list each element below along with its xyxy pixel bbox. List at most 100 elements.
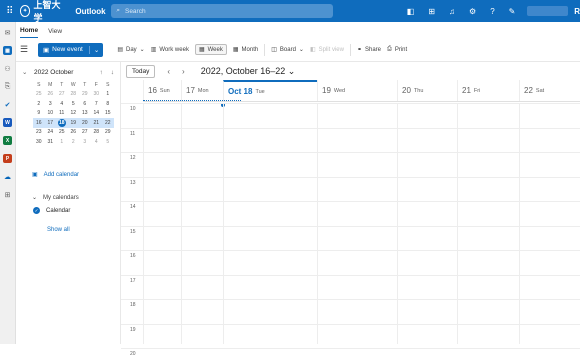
mini-calendar-day[interactable]: 6 [79, 99, 91, 109]
help-icon[interactable]: ? [490, 7, 494, 16]
mini-calendar-day[interactable]: 16 [33, 118, 45, 128]
mini-calendar-day[interactable]: 3 [45, 99, 57, 109]
add-calendar-link[interactable]: ▣ Add calendar [32, 171, 79, 179]
mini-calendar-day[interactable]: 25 [56, 128, 68, 138]
share-button[interactable]: ⚭ Share [356, 46, 381, 54]
new-event-button[interactable]: ▣ New event ⌄ [38, 42, 104, 57]
checkmark-icon[interactable]: ✓ [33, 207, 40, 214]
mini-calendar-day[interactable]: 17 [44, 118, 56, 128]
word-icon[interactable]: W [3, 118, 12, 127]
mini-calendar-day[interactable]: 22 [102, 118, 114, 128]
feedback-icon[interactable]: ✎ [509, 7, 516, 16]
avatar[interactable]: R [574, 7, 580, 16]
tab-view[interactable]: View [48, 28, 62, 38]
new-event-main[interactable]: ▣ New event [38, 45, 90, 54]
day-header-fri[interactable]: 21 Fri [457, 80, 519, 101]
my-calendars-group[interactable]: ⌄ My calendars [32, 194, 79, 202]
search-box[interactable]: ⌕ Search [111, 4, 333, 18]
mini-calendar-day[interactable]: 5 [102, 137, 114, 147]
mini-calendar-day[interactable]: 27 [56, 90, 68, 100]
date-range-picker[interactable]: 2022, October 16–22 ⌄ [201, 66, 296, 77]
app-launcher-icon[interactable]: ⠿ [0, 6, 20, 17]
mini-calendar-day[interactable]: 11 [56, 109, 68, 119]
mini-calendar-day[interactable]: 4 [91, 137, 103, 147]
day-header-tue[interactable]: Oct 18 Tue [223, 80, 317, 101]
excel-icon[interactable]: X [3, 136, 12, 145]
profile-name[interactable] [527, 6, 569, 16]
menu-icon[interactable]: ☰ [20, 44, 38, 55]
day-header-thu[interactable]: 20 Thu [397, 80, 457, 101]
mini-calendar-day[interactable]: 27 [79, 128, 91, 138]
arrow-down-icon[interactable]: ↓ [111, 69, 114, 76]
mini-calendar-day[interactable]: 26 [68, 128, 80, 138]
teams-icon[interactable]: ◧ [407, 7, 415, 16]
settings-icon[interactable]: ⚙ [469, 7, 476, 16]
mini-calendar-day[interactable]: 2 [33, 99, 45, 109]
powerpoint-icon[interactable]: P [3, 154, 12, 163]
mini-calendar-day[interactable]: 10 [45, 109, 57, 119]
mini-calendar-day[interactable]: 13 [79, 109, 91, 119]
mini-calendar-day[interactable]: 30 [33, 137, 45, 147]
mini-calendar-day[interactable]: 2 [68, 137, 80, 147]
chevron-down-icon[interactable]: ⌄ [22, 68, 34, 76]
split-view-button[interactable]: ◧ Split view [310, 46, 344, 54]
board-button[interactable]: ◫ Board ⌄ [271, 46, 304, 54]
mini-calendar-day[interactable]: 18 [56, 118, 68, 128]
arrow-up-icon[interactable]: ↑ [100, 69, 103, 76]
people-icon[interactable]: ⚇ [3, 64, 12, 73]
onedrive-icon[interactable]: ☁ [3, 172, 12, 181]
mini-calendar-day[interactable]: 26 [45, 90, 57, 100]
weekday-label: S [106, 81, 110, 88]
mini-calendar-day[interactable]: 12 [68, 109, 80, 119]
app-name[interactable]: Outlook [75, 7, 105, 16]
work-week-button[interactable]: ▥ Work week [151, 46, 189, 54]
mini-calendar-day[interactable]: 14 [91, 109, 103, 119]
tab-home[interactable]: Home [20, 27, 39, 38]
mini-calendar-day[interactable]: 21 [90, 118, 102, 128]
day-header-sun[interactable]: 16 Sun [143, 80, 181, 101]
mini-calendar-day[interactable]: 29 [79, 90, 91, 100]
mini-calendar-day[interactable]: 9 [33, 109, 45, 119]
mini-calendar-day[interactable]: 7 [91, 99, 103, 109]
show-all-link[interactable]: Show all [47, 227, 70, 233]
todo-icon[interactable]: ✔ [3, 100, 12, 109]
mini-calendar-day[interactable]: 1 [102, 90, 114, 100]
mini-calendar-day[interactable]: 31 [45, 137, 57, 147]
calendar-icon[interactable]: ▦ [3, 46, 12, 55]
mini-calendar-day[interactable]: 24 [45, 128, 57, 138]
mini-calendar-day[interactable]: 29 [102, 128, 114, 138]
month-view-button[interactable]: ▦ Month [233, 46, 258, 54]
print-button[interactable]: ⎙ Print [387, 46, 407, 53]
week-grid[interactable]: 10 11 12 13 14 15 16 17 18 19 20 [121, 103, 580, 357]
mini-calendar-day[interactable]: 20 [79, 118, 91, 128]
mini-calendar-day[interactable]: 3 [79, 137, 91, 147]
mini-calendar-day[interactable]: 1 [56, 137, 68, 147]
share-icon: ⚭ [356, 47, 362, 53]
mini-calendar-day[interactable]: 15 [102, 109, 114, 119]
mini-calendar-day[interactable]: 30 [91, 90, 103, 100]
mini-calendar-day[interactable]: 8 [102, 99, 114, 109]
chevron-left-icon[interactable]: ‹ [167, 67, 170, 76]
mini-calendar-day[interactable]: 28 [68, 90, 80, 100]
mini-calendar-day[interactable]: 4 [56, 99, 68, 109]
mini-calendar-title[interactable]: 2022 October [34, 69, 73, 76]
mini-calendar-day[interactable]: 5 [68, 99, 80, 109]
today-button[interactable]: Today [126, 64, 156, 78]
bell-icon[interactable]: ♫ [449, 7, 455, 16]
mini-calendar-day[interactable]: 19 [67, 118, 79, 128]
attach-icon[interactable]: ⎘ [3, 82, 12, 91]
day-header-mon[interactable]: 17 Mon [181, 80, 223, 101]
meet-now-icon[interactable]: ⊞ [428, 7, 435, 16]
day-view-button[interactable]: ▤ Day ⌄ [117, 46, 144, 54]
week-view-button[interactable]: ▦ Week [194, 44, 227, 55]
day-header-sat[interactable]: 22 Sat [519, 80, 580, 101]
mail-icon[interactable]: ✉ [3, 28, 12, 37]
mini-calendar-day[interactable]: 25 [33, 90, 45, 100]
day-header-wed[interactable]: 19 Wed [317, 80, 397, 101]
chevron-right-icon[interactable]: › [182, 67, 185, 76]
chevron-down-icon[interactable]: ⌄ [90, 46, 103, 54]
mini-calendar-day[interactable]: 23 [33, 128, 45, 138]
mini-calendar-day[interactable]: 28 [91, 128, 103, 138]
calendar-list-item[interactable]: ✓ Calendar [33, 207, 70, 214]
more-apps-icon[interactable]: ⊞ [3, 190, 12, 199]
